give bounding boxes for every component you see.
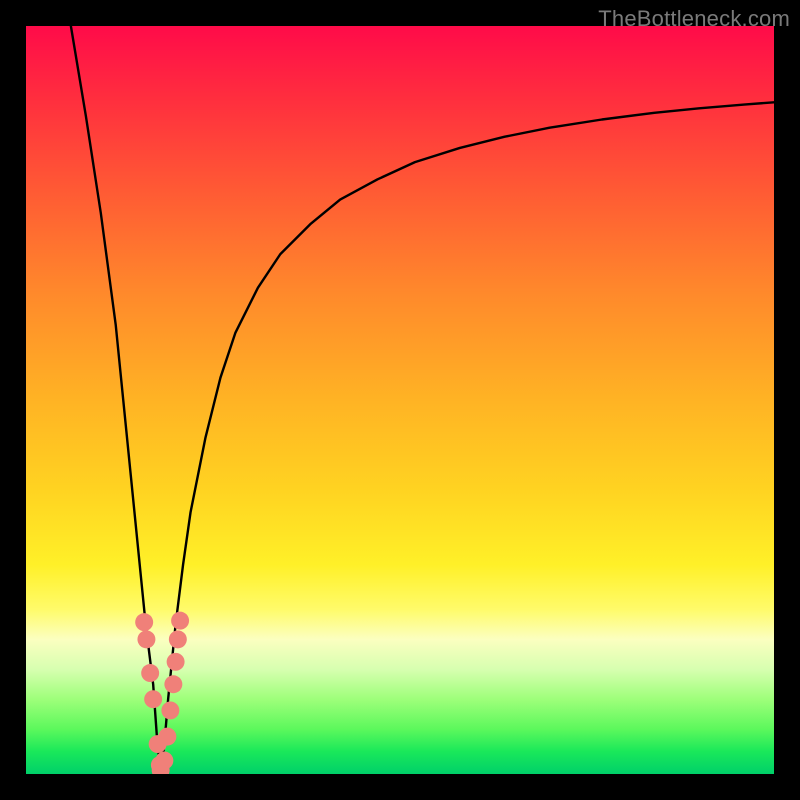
highlight-dot: [167, 653, 185, 671]
highlight-dot: [169, 630, 187, 648]
curve-layer: [26, 26, 774, 774]
highlight-dot: [155, 752, 173, 770]
highlight-dot: [141, 664, 159, 682]
chart-frame: TheBottleneck.com: [0, 0, 800, 800]
watermark-text: TheBottleneck.com: [598, 6, 790, 32]
highlight-dot: [137, 630, 155, 648]
highlight-dots: [135, 612, 189, 774]
highlight-dot: [161, 701, 179, 719]
highlight-dot: [171, 612, 189, 630]
highlight-dot: [135, 613, 153, 631]
highlight-dot: [158, 728, 176, 746]
highlight-dot: [164, 675, 182, 693]
plot-area: [26, 26, 774, 774]
highlight-dot: [144, 690, 162, 708]
